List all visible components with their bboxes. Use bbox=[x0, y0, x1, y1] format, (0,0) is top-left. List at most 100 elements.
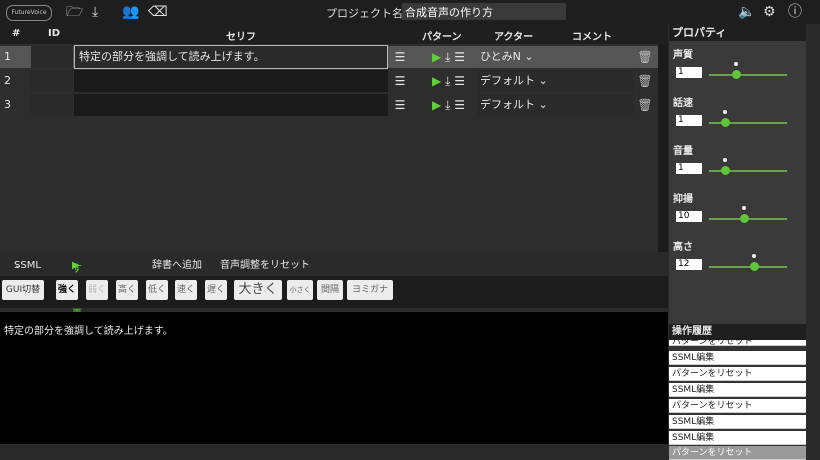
project-name-input[interactable] bbox=[402, 3, 566, 20]
table-row[interactable]: 1 特定の部分を強調して読み上げます。 ☰ ▶ ⤓ ☰ ひとみN ⌄ 🗑 bbox=[0, 45, 658, 69]
interval-button[interactable]: 間隔 bbox=[317, 280, 343, 300]
chevron-down-icon: ⌄ bbox=[538, 74, 548, 87]
properties-panel: プロパティ 声質 1 話速 1 音量 1 抑揚 10 高さ 12 bbox=[669, 24, 806, 324]
pattern-controls: ▶ ⤓ ☰ bbox=[432, 70, 478, 92]
trash-icon[interactable]: 🗑 bbox=[636, 94, 654, 116]
weak-button[interactable]: 弱く bbox=[86, 280, 108, 300]
slider-dot bbox=[722, 110, 727, 114]
users-icon[interactable]: 👥 bbox=[122, 4, 139, 20]
actor-select[interactable]: ひとみN ⌄ bbox=[478, 46, 554, 68]
top-bar: FutureVoice 🗁 ⤓ 👥 ⌫ プロジェクト名 🔈 ⚙ ⓘ bbox=[0, 0, 820, 24]
slider-knob[interactable] bbox=[732, 70, 742, 79]
ssml-button-row: GUI切替 強く 弱く 高く 低く 速く 遅く 大きく 小さく 間隔 ヨミガナ bbox=[0, 276, 668, 308]
trash-icon[interactable]: 🗑 bbox=[636, 70, 654, 92]
slider-knob[interactable] bbox=[720, 118, 730, 127]
history-title: 操作履歴 bbox=[669, 324, 806, 340]
prop-label: 音量 bbox=[673, 146, 693, 157]
id-cell[interactable] bbox=[31, 70, 73, 92]
history-item[interactable]: パターンをリセット bbox=[669, 399, 806, 413]
col-id: ID bbox=[48, 28, 61, 39]
fast-button[interactable]: 速く bbox=[175, 280, 197, 300]
slider-knob[interactable] bbox=[740, 214, 750, 223]
properties-title: プロパティ bbox=[669, 24, 806, 41]
prop-value-input[interactable]: 1 bbox=[676, 115, 702, 126]
slow-button[interactable]: 遅く bbox=[205, 280, 227, 300]
bottom-bar bbox=[0, 444, 668, 460]
row-number: 1 bbox=[4, 50, 11, 63]
history-item[interactable]: パターンをリセット bbox=[669, 446, 806, 460]
download-icon[interactable]: ⤓ bbox=[445, 50, 450, 64]
strong-button[interactable]: 強く bbox=[56, 280, 78, 300]
prop-value-input[interactable]: 12 bbox=[676, 259, 702, 270]
play-icon[interactable]: ▶ bbox=[432, 98, 441, 112]
eraser-icon[interactable]: ⌫ bbox=[148, 4, 168, 20]
help-icon[interactable]: ⓘ bbox=[788, 4, 802, 20]
history-item[interactable]: SSML編集 bbox=[669, 431, 806, 445]
download-icon[interactable]: ⤓ bbox=[92, 4, 98, 20]
serif-input[interactable]: 特定の部分を強調して読み上げます。 bbox=[74, 45, 388, 69]
chevron-down-icon: ⌄ bbox=[538, 98, 548, 111]
list-icon[interactable]: ☰ bbox=[389, 70, 411, 92]
prop-slider[interactable] bbox=[709, 158, 787, 175]
slider-dot bbox=[734, 62, 739, 66]
actor-select[interactable]: デフォルト ⌄ bbox=[478, 70, 554, 92]
play-icon[interactable]: ▶ bbox=[432, 50, 441, 64]
history-item[interactable]: SSML編集 bbox=[669, 415, 806, 429]
id-cell[interactable] bbox=[31, 94, 73, 116]
prop-value-input[interactable]: 1 bbox=[676, 163, 702, 174]
prop-label: 高さ bbox=[673, 242, 693, 253]
folder-open-icon[interactable]: 🗁 bbox=[66, 4, 83, 20]
actor-select[interactable]: デフォルト ⌄ bbox=[478, 94, 554, 116]
download-icon[interactable]: ⤓ bbox=[445, 74, 450, 88]
row-number: 3 bbox=[4, 98, 11, 111]
loud-button[interactable]: 大きく bbox=[234, 280, 282, 300]
serif-input[interactable] bbox=[74, 70, 388, 92]
pattern-controls: ▶ ⤓ ☰ bbox=[432, 46, 478, 68]
gui-toggle-button[interactable]: GUI切替 bbox=[2, 280, 44, 300]
prop-label: 抑揚 bbox=[673, 194, 693, 205]
history-item[interactable]: パターンをリセット bbox=[669, 340, 806, 346]
col-actor: アクター bbox=[494, 32, 534, 43]
play-icon[interactable]: ▶ bbox=[432, 74, 441, 88]
prop-slider[interactable] bbox=[709, 206, 787, 223]
history-item[interactable]: SSML編集 bbox=[669, 383, 806, 397]
reading-button[interactable]: ヨミガナ bbox=[347, 280, 393, 300]
gear-icon[interactable]: ⚙ bbox=[763, 4, 776, 20]
prop-value-input[interactable]: 10 bbox=[676, 211, 702, 222]
history-item[interactable]: SSML編集 bbox=[669, 351, 806, 365]
id-cell[interactable] bbox=[31, 46, 73, 68]
table-header: # ID セリフ パターン アクター コメント bbox=[0, 24, 668, 44]
table-row[interactable]: 2 ☰ ▶ ⤓ ☰ デフォルト ⌄ 🗑 bbox=[0, 70, 658, 92]
pattern-controls: ▶ ⤓ ☰ bbox=[432, 94, 478, 116]
table-scrollbar[interactable] bbox=[658, 44, 668, 252]
download-icon[interactable]: ⤓ bbox=[445, 98, 450, 112]
list-icon[interactable]: ☰ bbox=[454, 98, 465, 112]
reset-voice-button[interactable]: 音声調整をリセット bbox=[220, 256, 310, 271]
comment-cell[interactable] bbox=[555, 46, 633, 68]
list-icon[interactable]: ☰ bbox=[389, 94, 411, 116]
ssml-editor[interactable]: 特定の部分を強調して読み上げます。 bbox=[0, 312, 668, 444]
prop-slider[interactable] bbox=[709, 254, 787, 271]
list-icon[interactable]: ☰ bbox=[389, 46, 411, 68]
list-icon[interactable]: ☰ bbox=[454, 74, 465, 88]
prop-value-input[interactable]: 1 bbox=[676, 67, 702, 78]
quiet-button[interactable]: 小さく bbox=[287, 280, 313, 300]
low-button[interactable]: 低く bbox=[146, 280, 168, 300]
table-row[interactable]: 3 ☰ ▶ ⤓ ☰ デフォルト ⌄ 🗑 bbox=[0, 94, 658, 116]
prop-slider[interactable] bbox=[709, 62, 787, 79]
slider-knob[interactable] bbox=[720, 166, 730, 175]
comment-cell[interactable] bbox=[555, 94, 633, 116]
high-button[interactable]: 高く bbox=[116, 280, 138, 300]
slider-knob[interactable] bbox=[750, 262, 760, 271]
add-dict-button[interactable]: 辞書へ追加 bbox=[152, 256, 202, 271]
project-name-label: プロジェクト名 bbox=[326, 7, 403, 20]
trash-icon[interactable]: 🗑 bbox=[636, 46, 654, 68]
prop-slider[interactable] bbox=[709, 110, 787, 127]
volume-icon[interactable]: 🔈 bbox=[738, 4, 755, 20]
comment-cell[interactable] bbox=[555, 70, 633, 92]
list-icon[interactable]: ☰ bbox=[454, 50, 465, 64]
row-number: 2 bbox=[4, 74, 11, 87]
history-item[interactable]: パターンをリセット bbox=[669, 367, 806, 381]
serif-input[interactable] bbox=[74, 94, 388, 116]
ssml-toolbar: SSML ⌄ ▶すべて再生 辞書へ追加 音声調整をリセット bbox=[0, 252, 668, 335]
